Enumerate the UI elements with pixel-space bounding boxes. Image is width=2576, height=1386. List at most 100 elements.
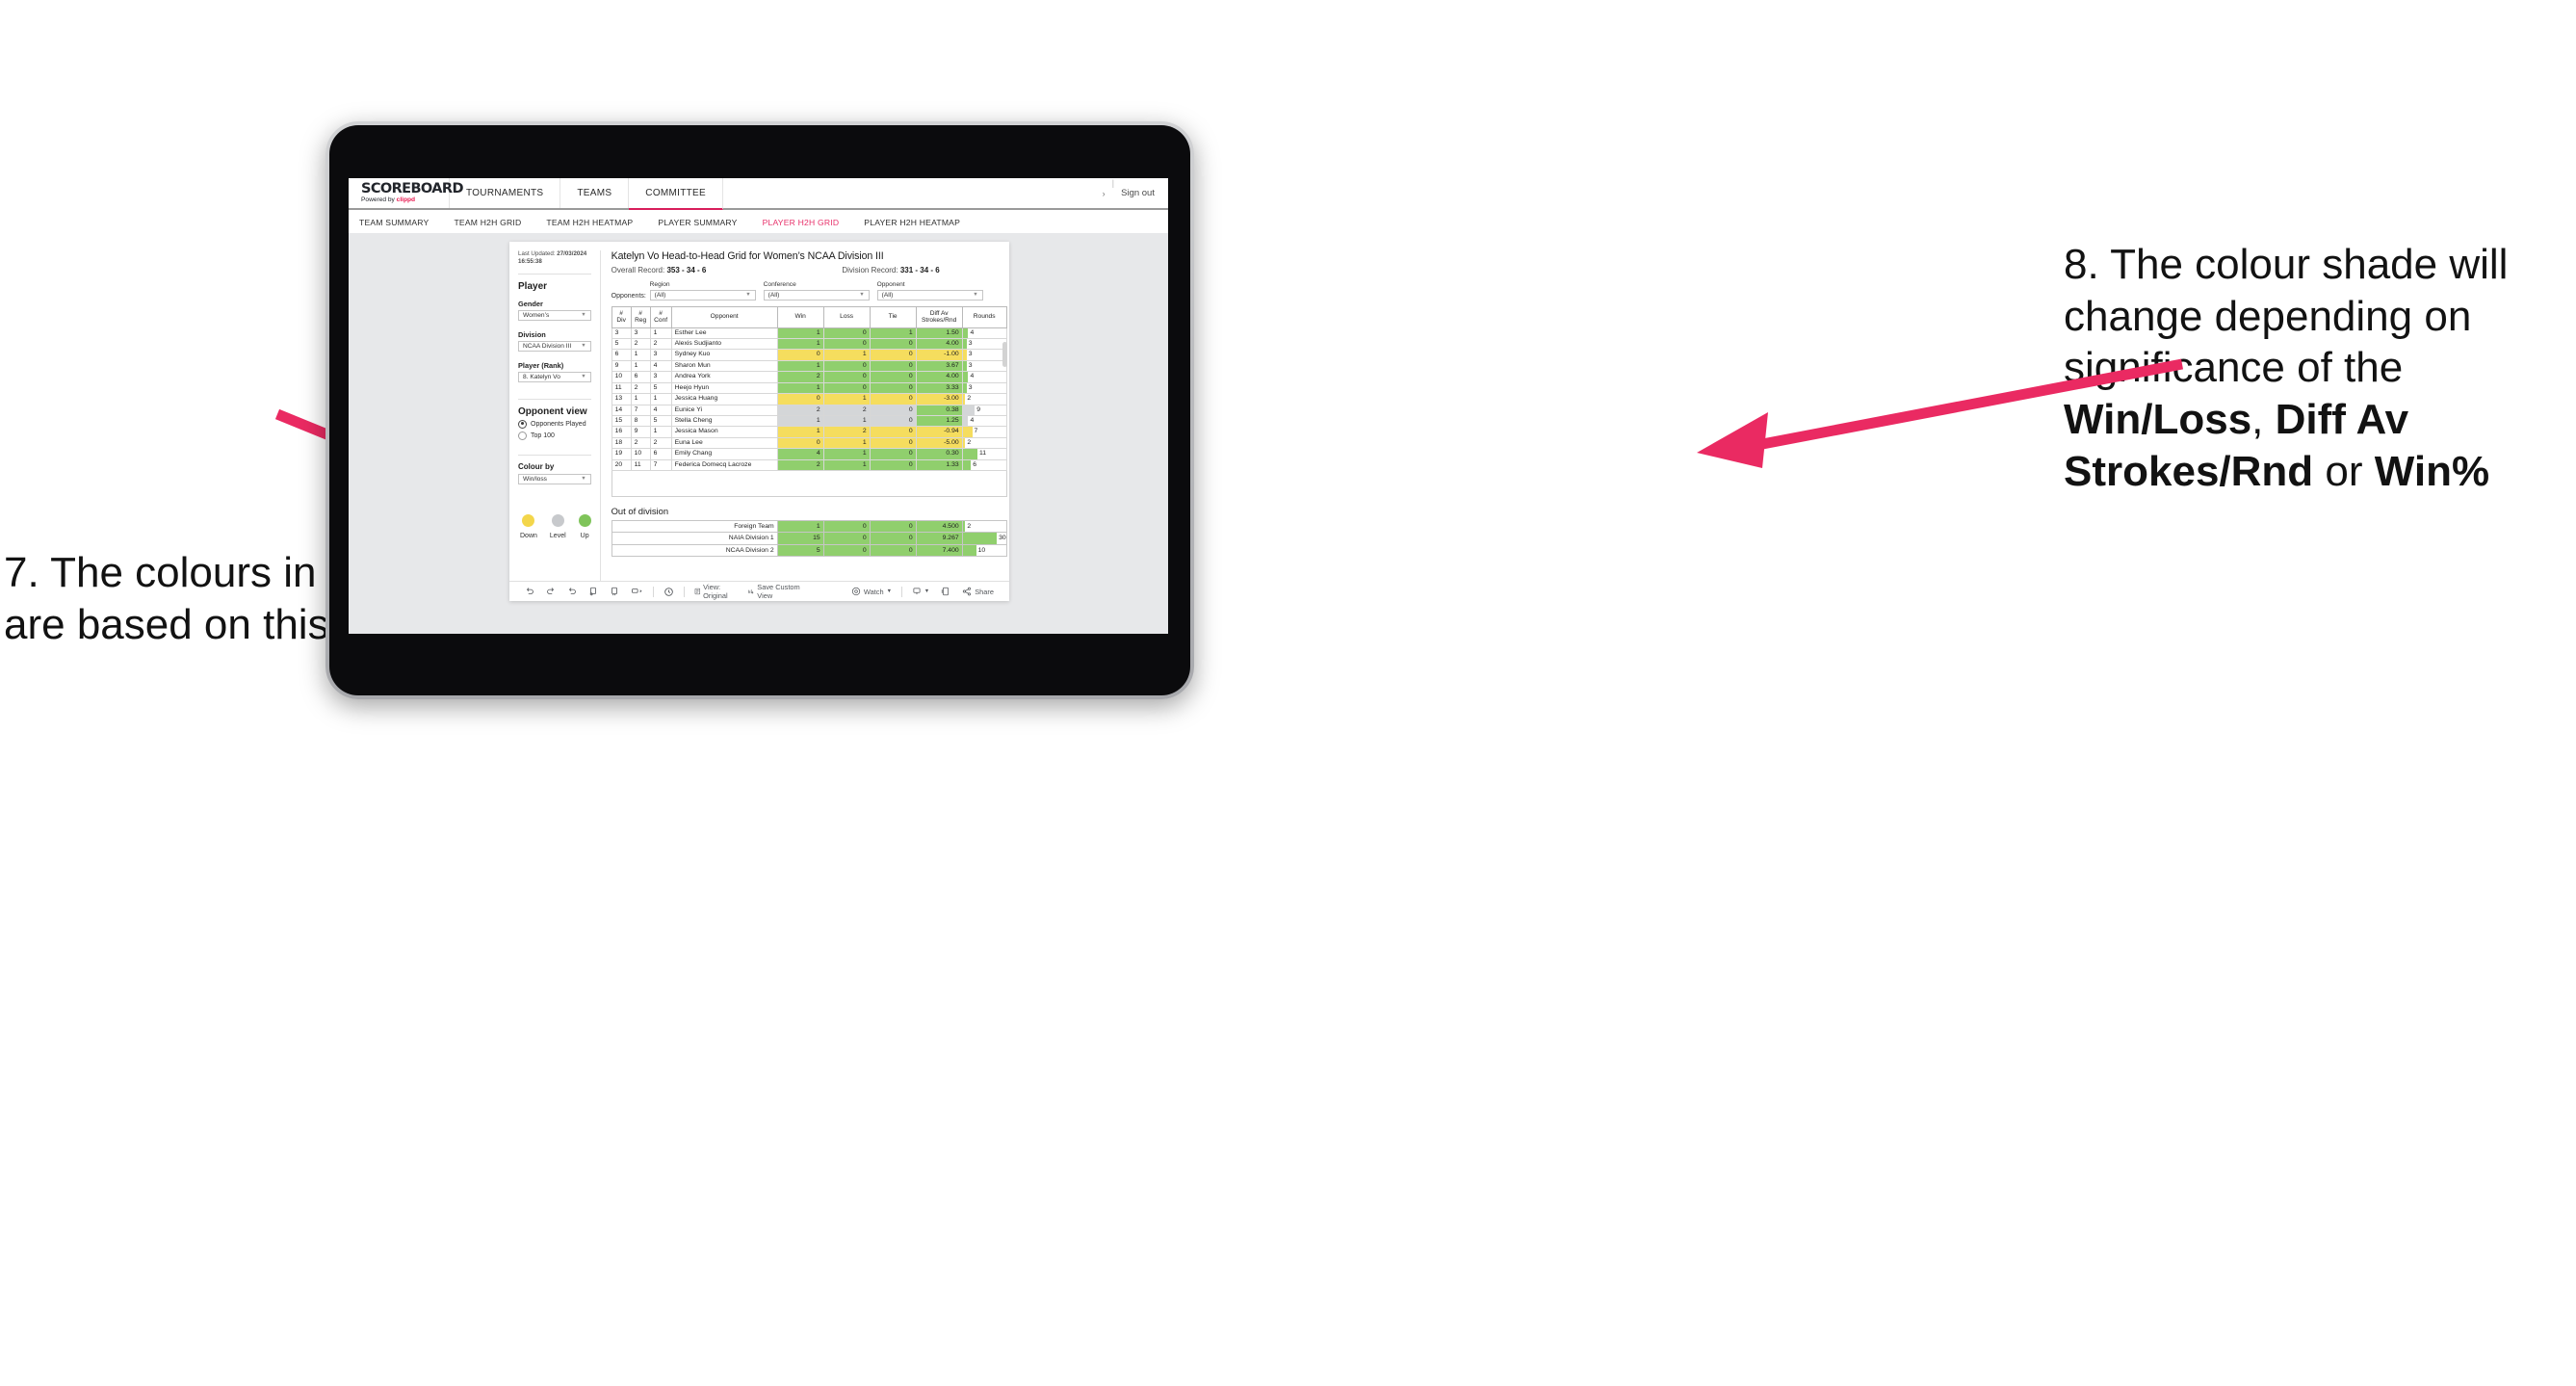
table-cell[interactable]: 13 <box>611 393 632 405</box>
table-cell[interactable]: 0 <box>776 436 824 450</box>
table-cell[interactable]: 1 <box>649 393 672 405</box>
table-row[interactable]: 10 6 3 Andrea York 2 0 0 4.00 4 <box>611 371 1007 383</box>
rounds-bar-cell[interactable]: 2 <box>961 519 1007 534</box>
device-button[interactable]: ▼ <box>906 587 935 596</box>
table-cell[interactable]: 0 <box>869 349 917 361</box>
refresh-button[interactable] <box>583 587 604 596</box>
col-diff[interactable]: Diff Av Strokes/Rnd <box>915 305 963 328</box>
subtab-team-h2h-grid[interactable]: TEAM H2H GRID <box>454 218 521 227</box>
table-cell[interactable]: 1 <box>776 338 824 351</box>
rounds-bar-cell[interactable]: 4 <box>961 371 1007 383</box>
table-cell[interactable]: 1 <box>776 359 824 373</box>
table-cell[interactable]: 3 <box>611 327 632 340</box>
conference-select[interactable]: (All) ▼ <box>763 289 870 301</box>
rounds-bar-cell[interactable]: 3 <box>961 381 1007 395</box>
table-cell[interactable]: 1 <box>776 327 824 340</box>
table-cell[interactable]: 3 <box>630 327 651 340</box>
table-cell[interactable]: 0.30 <box>915 448 963 460</box>
rounds-bar-cell[interactable]: 4 <box>961 414 1007 428</box>
scoreboard-logo[interactable]: SCOREBOARD Powered by clippd <box>349 178 464 208</box>
rounds-bar-cell[interactable]: 9 <box>961 404 1007 416</box>
table-cell[interactable]: 1 <box>776 381 824 395</box>
table-row[interactable]: 16 9 1 Jessica Mason 1 2 0 -0.94 7 <box>611 426 1007 438</box>
col-div[interactable]: # Div <box>611 305 632 328</box>
table-cell[interactable]: 7 <box>630 404 651 416</box>
table-cell[interactable]: NCAA Division 2 <box>611 543 778 558</box>
rounds-bar-cell[interactable]: 11 <box>961 448 1007 460</box>
table-cell[interactable]: 0 <box>869 404 917 416</box>
table-row[interactable]: 15 8 5 Stella Cheng 1 1 0 1.25 4 <box>611 414 1007 428</box>
fullscreen-button[interactable] <box>935 587 956 596</box>
opponent-select[interactable]: (All) ▼ <box>876 289 983 301</box>
table-cell[interactable]: 1 <box>776 426 824 438</box>
rounds-bar-cell[interactable]: 4 <box>961 327 1007 340</box>
table-row[interactable]: 19 10 6 Emily Chang 4 1 0 0.30 11 <box>611 448 1007 460</box>
table-cell[interactable]: 1 <box>649 426 672 438</box>
table-cell[interactable]: -0.94 <box>915 426 963 438</box>
redo-button[interactable] <box>540 587 561 596</box>
table-cell[interactable]: 0 <box>869 458 917 471</box>
table-cell[interactable]: 3.33 <box>915 381 963 395</box>
table-cell[interactable]: 2 <box>776 458 824 471</box>
table-cell[interactable]: 2 <box>630 436 651 450</box>
table-cell[interactable]: 0 <box>776 393 824 405</box>
table-cell[interactable]: 1.50 <box>915 327 963 340</box>
subtab-player-h2h-heatmap[interactable]: PLAYER H2H HEATMAP <box>864 218 960 227</box>
table-cell[interactable]: Federica Domecq Lacroze <box>670 458 778 471</box>
table-cell[interactable]: Heejo Hyun <box>670 381 778 395</box>
table-cell[interactable]: 1 <box>822 436 871 450</box>
table-cell[interactable]: 2 <box>649 436 672 450</box>
table-cell[interactable]: 0 <box>822 543 871 558</box>
table-cell[interactable]: 8 <box>630 414 651 428</box>
share-button[interactable]: Share <box>956 587 1000 596</box>
top-tab-tournaments[interactable]: TOURNAMENTS <box>450 178 561 208</box>
table-cell[interactable]: 0 <box>869 393 917 405</box>
table-cell[interactable]: 0 <box>822 381 871 395</box>
gender-select[interactable]: Women’s ▼ <box>518 309 591 321</box>
table-row[interactable]: 11 2 5 Heejo Hyun 1 0 0 3.33 3 <box>611 381 1007 395</box>
colour-by-select[interactable]: Win/loss ▼ <box>518 473 591 484</box>
clock-button[interactable] <box>658 587 680 597</box>
table-cell[interactable]: 7.400 <box>915 543 963 558</box>
table-cell[interactable]: Eunice Yi <box>670 404 778 416</box>
table-cell[interactable]: 4 <box>649 404 672 416</box>
table-cell[interactable]: Jessica Huang <box>670 393 778 405</box>
table-cell[interactable]: 0 <box>869 532 917 545</box>
table-cell[interactable]: 1 <box>776 414 824 428</box>
table-cell[interactable]: 10 <box>611 371 632 383</box>
table-row[interactable]: 3 3 1 Esther Lee 1 0 1 1.50 4 <box>611 327 1007 340</box>
table-cell[interactable]: 7 <box>649 458 672 471</box>
table-cell[interactable]: 1 <box>630 393 651 405</box>
top-tab-committee[interactable]: COMMITTEE <box>629 178 723 210</box>
table-cell[interactable]: 2 <box>776 404 824 416</box>
player-rank-select[interactable]: 8. Katelyn Vo ▼ <box>518 371 591 382</box>
table-row[interactable]: NCAA Division 2 5 0 0 7.400 10 <box>611 543 1007 558</box>
table-cell[interactable]: 3.67 <box>915 359 963 373</box>
table-cell[interactable]: Sydney Kuo <box>670 349 778 361</box>
table-cell[interactable]: 2 <box>630 381 651 395</box>
table-cell[interactable]: 1.25 <box>915 414 963 428</box>
table-row[interactable]: NAIA Division 1 15 0 0 9.267 30 <box>611 532 1007 545</box>
table-cell[interactable]: 0 <box>869 543 917 558</box>
table-cell[interactable]: 2 <box>630 338 651 351</box>
table-cell[interactable]: 5 <box>776 543 824 558</box>
table-row[interactable]: 18 2 2 Euna Lee 0 1 0 -5.00 2 <box>611 436 1007 450</box>
col-loss[interactable]: Loss <box>822 305 871 328</box>
region-select[interactable]: (All) ▼ <box>649 289 756 301</box>
table-cell[interactable]: 0 <box>822 327 871 340</box>
radio-top-100[interactable]: Top 100 <box>518 431 591 440</box>
table-cell[interactable]: 0 <box>822 519 871 534</box>
table-cell[interactable]: 3 <box>649 371 672 383</box>
table-cell[interactable]: 0 <box>869 338 917 351</box>
table-cell[interactable]: 15 <box>776 532 824 545</box>
col-win[interactable]: Win <box>776 305 824 328</box>
table-cell[interactable]: 0 <box>869 436 917 450</box>
table-row[interactable]: 20 11 7 Federica Domecq Lacroze 2 1 0 1.33 6 <box>611 458 1007 471</box>
table-cell[interactable]: 4 <box>776 448 824 460</box>
table-cell[interactable]: 6 <box>611 349 632 361</box>
table-cell[interactable]: 0 <box>822 338 871 351</box>
table-cell[interactable]: 5 <box>611 338 632 351</box>
table-cell[interactable]: -1.00 <box>915 349 963 361</box>
table-cell[interactable]: 6 <box>649 448 672 460</box>
table-cell[interactable]: 11 <box>611 381 632 395</box>
